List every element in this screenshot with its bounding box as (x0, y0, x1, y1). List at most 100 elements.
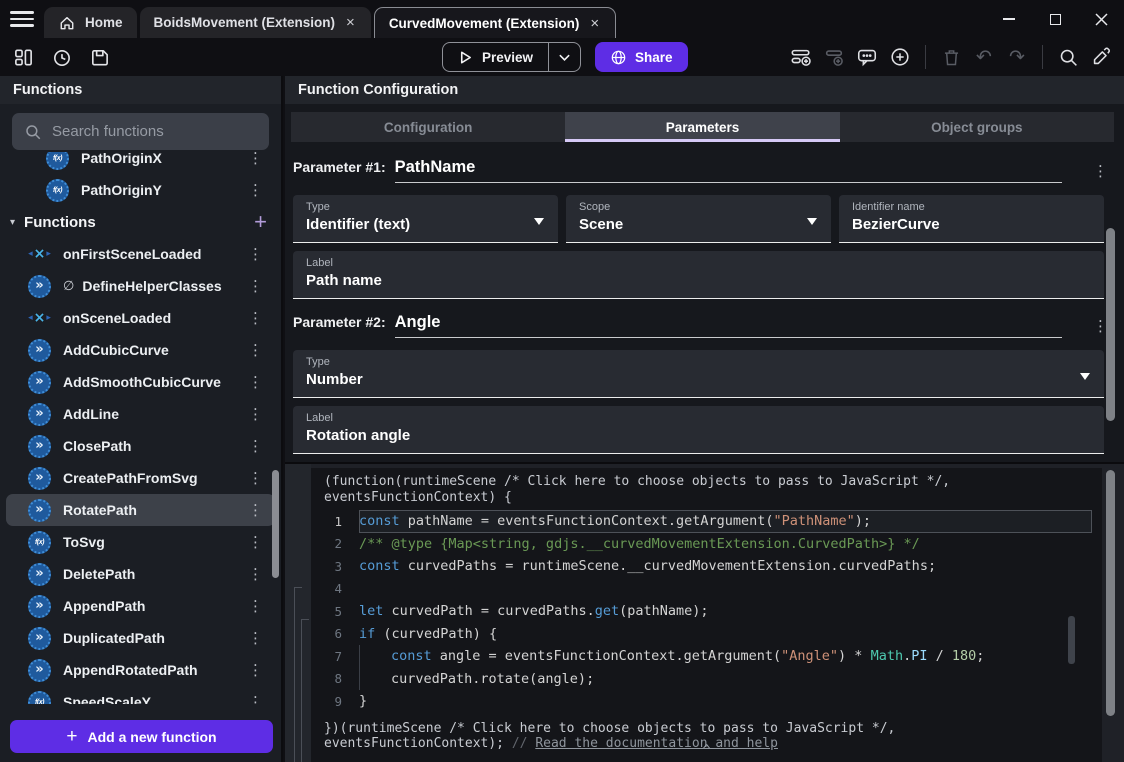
search-functions-input[interactable]: Search functions (12, 113, 269, 150)
undo-icon[interactable]: ↶ (973, 46, 995, 68)
minimize-button[interactable] (986, 0, 1032, 38)
close-icon[interactable]: × (344, 14, 357, 31)
add-event-icon[interactable] (790, 46, 812, 68)
maximize-button[interactable] (1032, 0, 1078, 38)
item-menu-icon[interactable]: ⋮ (244, 531, 267, 553)
field-label: Scope (579, 201, 818, 213)
function-item-PathOriginY[interactable]: f(x)PathOriginY⋮ (6, 174, 275, 206)
identifier-name-field[interactable]: Identifier name BezierCurve (839, 195, 1104, 243)
item-menu-icon[interactable]: ⋮ (244, 152, 267, 169)
add-circle-icon[interactable] (889, 46, 911, 68)
edit-extension-icon[interactable] (1090, 46, 1112, 68)
sidebar-scrollbar-thumb[interactable] (272, 470, 279, 578)
function-item-AddCubicCurve[interactable]: »AddCubicCurve⋮ (6, 334, 275, 366)
item-menu-icon[interactable]: ⋮ (244, 339, 267, 361)
code-scrollbar-thumb[interactable] (1106, 470, 1115, 716)
code-line-8[interactable]: 8curvedPath.rotate(angle); (311, 668, 1102, 691)
item-menu-icon[interactable]: ⋮ (244, 243, 267, 265)
item-menu-icon[interactable]: ⋮ (244, 371, 267, 393)
label-field[interactable]: Label Path name (293, 251, 1104, 299)
tab-object-groups[interactable]: Object groups (840, 112, 1114, 142)
add-comment-icon[interactable] (856, 46, 878, 68)
function-item-DeletePath[interactable]: »DeletePath⋮ (6, 558, 275, 590)
scope-select[interactable]: Scope Scene (566, 195, 831, 243)
open-editors-panel-icon[interactable] (12, 46, 34, 68)
item-menu-icon[interactable]: ⋮ (244, 435, 267, 457)
code-editor[interactable]: (function(runtimeScene /* Click here to … (311, 468, 1102, 762)
item-menu-icon[interactable]: ⋮ (244, 563, 267, 585)
config-tabs: Configuration Parameters Object groups (291, 112, 1114, 142)
add-subevent-icon[interactable] (823, 46, 845, 68)
field-label: Type (306, 201, 545, 213)
type-select[interactable]: Type Identifier (text) (293, 195, 558, 243)
function-item-AddLine[interactable]: »AddLine⋮ (6, 398, 275, 430)
parameter-name-input[interactable]: PathName (395, 158, 1062, 183)
code-header-line[interactable]: (function(runtimeScene /* Click here to … (311, 468, 1102, 490)
redo-icon[interactable]: ↷ (1006, 46, 1028, 68)
function-item-PathOriginX[interactable]: f(x)PathOriginX⋮ (6, 152, 275, 174)
action-function-icon: » (28, 563, 51, 586)
function-item-ToSvg[interactable]: f(x)ToSvg⋮ (6, 526, 275, 558)
function-item-AppendRotatedPath[interactable]: »AppendRotatedPath⋮ (6, 654, 275, 686)
function-item-onSceneLoaded[interactable]: ◂×▸onSceneLoaded⋮ (6, 302, 275, 334)
code-line-4[interactable]: 4 (311, 578, 1102, 601)
item-menu-icon[interactable]: ⋮ (244, 179, 267, 201)
code-line-6[interactable]: 6if (curvedPath) { (311, 623, 1102, 646)
function-item-AddSmoothCubicCurve[interactable]: »AddSmoothCubicCurve⋮ (6, 366, 275, 398)
parameters-scrollbar-thumb[interactable] (1106, 228, 1115, 421)
close-window-button[interactable] (1078, 0, 1124, 38)
item-menu-icon[interactable]: ⋮ (244, 627, 267, 649)
label-field[interactable]: Label Rotation angle (293, 406, 1104, 454)
code-lines[interactable]: 1const pathName = eventsFunctionContext.… (311, 510, 1102, 713)
preview-options-button[interactable] (548, 43, 580, 71)
type-select[interactable]: Type Number (293, 350, 1104, 398)
code-line-5[interactable]: 5let curvedPath = curvedPaths.get(pathNa… (311, 600, 1102, 623)
item-menu-icon[interactable]: ⋮ (244, 403, 267, 425)
tab-boidsmovement[interactable]: BoidsMovement (Extension) × (140, 7, 371, 38)
code-line-3[interactable]: 3const curvedPaths = runtimeScene.__curv… (311, 555, 1102, 578)
parameter-name-input[interactable]: Angle (395, 313, 1062, 338)
save-icon[interactable] (88, 46, 110, 68)
main-menu-icon[interactable] (10, 11, 34, 27)
collapse-caret-icon[interactable]: ^ (703, 743, 711, 758)
parameters-panel: Parameter #1: PathName ⋮ Type Identifier… (285, 142, 1124, 462)
code-line-9[interactable]: 9} (311, 690, 1102, 713)
add-icon[interactable]: + (254, 211, 267, 233)
parameter-1-fields: Type Identifier (text) Scope Scene Ident… (293, 195, 1104, 243)
delete-icon[interactable] (940, 46, 962, 68)
share-button[interactable]: Share (595, 42, 688, 72)
item-menu-icon[interactable]: ⋮ (244, 307, 267, 329)
tab-curvedmovement[interactable]: CurvedMovement (Extension) × (374, 7, 616, 38)
function-item-CreatePathFromSvg[interactable]: »CreatePathFromSvg⋮ (6, 462, 275, 494)
parameter-menu-icon[interactable]: ⋮ (1089, 160, 1112, 182)
function-item-DefineHelperClasses[interactable]: »∅DefineHelperClasses⋮ (6, 270, 275, 302)
functions-section-header[interactable]: ▾Functions+ (0, 206, 281, 238)
code-line-7[interactable]: 7const angle = eventsFunctionContext.get… (311, 645, 1102, 668)
code-inner-scrollbar-thumb[interactable] (1068, 616, 1075, 664)
documentation-link[interactable]: Read the documentation and help (535, 736, 778, 751)
close-icon[interactable]: × (588, 15, 601, 32)
add-function-label: Add a new function (88, 729, 217, 745)
item-menu-icon[interactable]: ⋮ (244, 691, 267, 704)
function-item-DuplicatedPath[interactable]: »DuplicatedPath⋮ (6, 622, 275, 654)
function-item-SpeedScaleY[interactable]: f(x)SpeedScaleY⋮ (6, 686, 275, 704)
tab-configuration[interactable]: Configuration (291, 112, 565, 142)
preview-button[interactable]: Preview (443, 43, 548, 71)
add-function-button[interactable]: + Add a new function (10, 720, 273, 753)
tab-parameters[interactable]: Parameters (565, 112, 839, 142)
item-menu-icon[interactable]: ⋮ (244, 467, 267, 489)
tab-home[interactable]: Home (44, 7, 137, 38)
action-function-icon: » (28, 627, 51, 650)
function-item-RotatePath[interactable]: »RotatePath⋮ (6, 494, 275, 526)
item-menu-icon[interactable]: ⋮ (244, 595, 267, 617)
code-line-1[interactable]: 1const pathName = eventsFunctionContext.… (311, 510, 1102, 533)
history-icon[interactable] (50, 46, 72, 68)
item-menu-icon[interactable]: ⋮ (244, 499, 267, 521)
item-menu-icon[interactable]: ⋮ (244, 659, 267, 681)
function-item-ClosePath[interactable]: »ClosePath⋮ (6, 430, 275, 462)
code-line-2[interactable]: 2/** @type {Map<string, gdjs.__curvedMov… (311, 533, 1102, 556)
search-icon[interactable] (1057, 46, 1079, 68)
function-item-onFirstSceneLoaded[interactable]: ◂×▸onFirstSceneLoaded⋮ (6, 238, 275, 270)
function-item-AppendPath[interactable]: »AppendPath⋮ (6, 590, 275, 622)
item-menu-icon[interactable]: ⋮ (244, 275, 267, 297)
